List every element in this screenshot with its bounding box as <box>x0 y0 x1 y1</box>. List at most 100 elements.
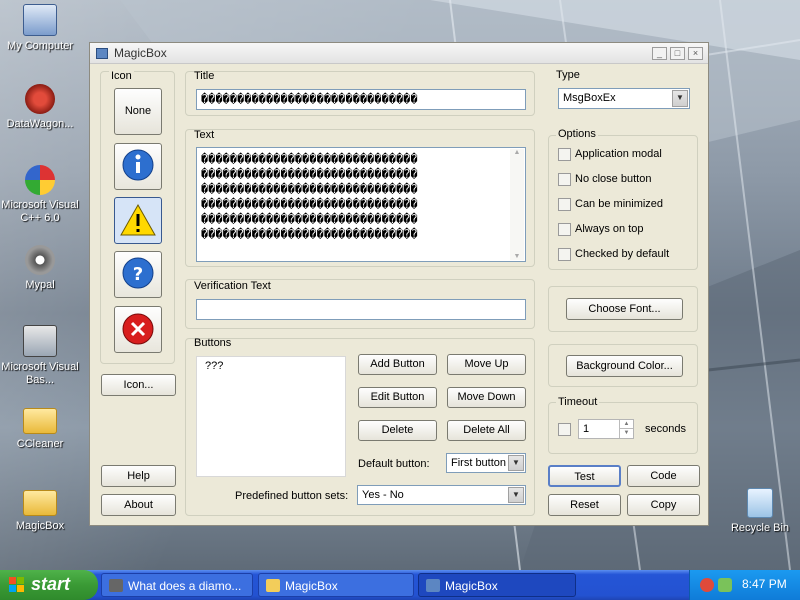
text-scrollbar[interactable]: ▲ ▼ <box>510 149 524 260</box>
warning-icon <box>120 203 156 236</box>
reset-button[interactable]: Reset <box>548 494 621 516</box>
checkbox[interactable] <box>558 198 571 211</box>
verification-label: Verification Text <box>194 280 271 292</box>
code-button[interactable]: Code <box>627 465 700 487</box>
text-input[interactable]: ������������������������������ ���������… <box>196 147 526 262</box>
type-value: MsgBoxEx <box>563 92 616 104</box>
title-label: Title <box>194 70 215 82</box>
title-bar[interactable]: MagicBox _ □ × <box>90 43 708 64</box>
start-button[interactable]: start <box>0 570 98 600</box>
verification-input[interactable] <box>196 299 526 320</box>
desktop-icon-datawagon[interactable]: DataWagon... <box>0 84 83 131</box>
taskbar-item-browser[interactable]: What does a diamo... <box>101 573 253 597</box>
test-button[interactable]: Test <box>548 465 621 487</box>
desktop-icon-label: DataWagon... <box>6 118 74 130</box>
spin-up-icon[interactable]: ▲ <box>619 420 633 429</box>
predefined-sets-select[interactable]: Yes - No ▼ <box>357 485 526 505</box>
desktop-icon-visual-basic[interactable]: Microsoft Visual Bas... <box>0 325 83 387</box>
visual-basic-icon <box>23 325 57 357</box>
add-button-button[interactable]: Add Button <box>358 354 437 375</box>
folder-icon <box>23 408 57 434</box>
text-line: ������������������������������ <box>201 182 418 196</box>
delete-button[interactable]: Delete <box>358 420 437 441</box>
background-color-button[interactable]: Background Color... <box>566 355 683 377</box>
default-button-select[interactable]: First button ▼ <box>446 453 526 473</box>
timeout-value: 1 <box>583 423 590 435</box>
maximize-button[interactable]: □ <box>670 47 685 60</box>
network-icon[interactable] <box>718 578 732 592</box>
type-label: Type <box>556 69 580 81</box>
text-line: ������������������������������ <box>201 167 418 181</box>
taskbar-item-magicbox-folder[interactable]: MagicBox <box>258 573 414 597</box>
desktop-icon-label: Mypal <box>25 279 55 291</box>
scroll-up-icon[interactable]: ▲ <box>510 149 524 156</box>
text-line: ������������������������������ <box>201 152 418 166</box>
icon-question-button[interactable]: ? <box>114 251 162 298</box>
spin-down-icon[interactable]: ▼ <box>619 429 633 438</box>
taskbar-item-magicbox-window[interactable]: MagicBox <box>418 573 576 597</box>
tray-app-icon[interactable] <box>700 578 714 592</box>
choose-font-button[interactable]: Choose Font... <box>566 298 683 320</box>
desktop-icon-label: Microsoft Visual Bas... <box>1 361 79 386</box>
predefined-sets-value: Yes - No <box>362 489 404 501</box>
checkbox[interactable] <box>558 248 571 261</box>
error-icon <box>122 313 154 345</box>
desktop-icon-mypal[interactable]: Mypal <box>0 245 83 292</box>
checkbox[interactable] <box>558 423 571 436</box>
desktop-icon-ccleaner[interactable]: CCleaner <box>0 408 83 451</box>
browser-icon <box>109 579 123 592</box>
recycle-bin-icon <box>747 488 773 518</box>
start-label: start <box>31 574 71 594</box>
chevron-down-icon[interactable]: ▼ <box>508 487 524 503</box>
desktop-icon-magicbox[interactable]: MagicBox <box>0 490 83 533</box>
chevron-down-icon[interactable]: ▼ <box>508 455 524 471</box>
checkbox[interactable] <box>558 223 571 236</box>
title-input[interactable]: ������������������������������ <box>196 89 526 110</box>
icon-none-button[interactable]: None <box>114 88 162 135</box>
text-label: Text <box>194 129 215 141</box>
icon-group-label: Icon <box>109 70 134 82</box>
window-icon <box>426 579 440 592</box>
minimize-button[interactable]: _ <box>652 47 667 60</box>
copy-button[interactable]: Copy <box>627 494 700 516</box>
desktop-icon-label: My Computer <box>6 40 74 52</box>
folder-icon <box>266 579 280 592</box>
edit-button-button[interactable]: Edit Button <box>358 387 437 408</box>
choose-icon-button[interactable]: Icon... <box>101 374 176 396</box>
move-up-button[interactable]: Move Up <box>447 354 526 375</box>
move-down-button[interactable]: Move Down <box>447 387 526 408</box>
type-select[interactable]: MsgBoxEx ▼ <box>558 88 690 109</box>
close-button[interactable]: × <box>688 47 703 60</box>
buttons-list[interactable]: ??? <box>196 356 346 477</box>
mypal-icon <box>25 245 55 275</box>
about-button[interactable]: About <box>101 494 176 516</box>
svg-text:?: ? <box>133 264 143 285</box>
checkbox[interactable] <box>558 148 571 161</box>
windows-logo-icon <box>9 577 25 593</box>
default-button-value: First button <box>451 457 507 469</box>
default-button-label: Default button: <box>358 458 430 470</box>
magicbox-window: MagicBox _ □ × Icon None ? Icon... Title… <box>89 42 709 526</box>
folder-icon <box>23 490 57 516</box>
clock[interactable]: 8:47 PM <box>742 577 787 591</box>
desktop-icon-label: Microsoft Visual C++ 6.0 <box>1 199 79 224</box>
delete-all-button[interactable]: Delete All <box>447 420 526 441</box>
icon-error-button[interactable] <box>114 306 162 353</box>
desktop-icon-recycle-bin[interactable]: Recycle Bin <box>717 488 800 535</box>
text-line: ������������������������������ <box>201 197 418 211</box>
text-line: ������������������������������ <box>201 227 418 241</box>
app-icon <box>96 48 108 59</box>
buttons-list-item[interactable]: ??? <box>205 360 223 372</box>
desktop-icon-my-computer[interactable]: My Computer <box>0 4 83 53</box>
icon-info-button[interactable] <box>114 143 162 190</box>
scroll-down-icon[interactable]: ▼ <box>510 253 524 260</box>
chevron-down-icon[interactable]: ▼ <box>672 90 688 107</box>
question-icon: ? <box>122 257 154 289</box>
help-button[interactable]: Help <box>101 465 176 487</box>
checkbox[interactable] <box>558 173 571 186</box>
desktop-icon-visual-cpp[interactable]: Microsoft Visual C++ 6.0 <box>0 165 83 225</box>
window-title: MagicBox <box>114 46 167 60</box>
options-label: Options <box>556 128 598 140</box>
icon-warning-button[interactable] <box>114 197 162 244</box>
timeout-input[interactable]: 1 ▲ ▼ <box>578 419 634 439</box>
